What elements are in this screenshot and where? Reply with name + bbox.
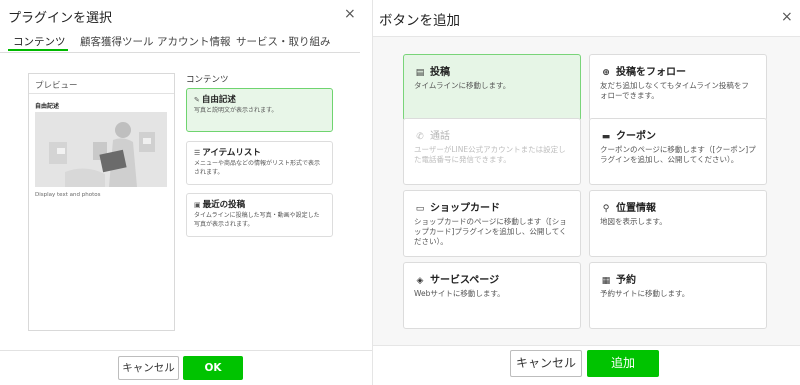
plugin-card-item-list[interactable]: ☰ アイテムリスト メニューや商品などの情報がリスト形式で表示されます。: [186, 141, 333, 185]
button-option-location[interactable]: ⚲ 位置情報 地図を表示します。: [589, 190, 767, 257]
option-description: 友だち追加しなくてもタイムライン投稿をフォローできます。: [600, 81, 749, 100]
plugin-card-title: アイテムリスト: [202, 148, 261, 158]
add-button[interactable]: 追加: [587, 350, 659, 377]
content-section-label: コンテンツ: [186, 75, 229, 85]
button-option-follow-post[interactable]: ⊕ 投稿をフォロー 友だち追加しなくてもタイムライン投稿をフォローできます。: [589, 54, 767, 121]
option-description: 地図を表示します。: [600, 217, 667, 226]
button-option-post[interactable]: ▤ 投稿 タイムラインに移動します。: [403, 54, 581, 121]
dialog-title: ボタンを追加: [379, 13, 460, 29]
option-title: 投稿: [430, 67, 450, 78]
button-option-service-page[interactable]: ◈ サービスページ Webサイトに移動します。: [403, 262, 581, 329]
tab-contents[interactable]: コンテンツ: [13, 34, 66, 49]
photos-icon: ▣: [194, 201, 201, 209]
post-icon: ▤: [415, 68, 425, 78]
option-description: タイムラインに移動します。: [414, 81, 511, 90]
plugin-card-recent-posts[interactable]: ▣ 最近の投稿 タイムラインに投稿した写真・動画や設定した写真が表示されます。: [186, 193, 333, 237]
plugin-card-description: タイムラインに投稿した写真・動画や設定した写真が表示されます。: [194, 212, 320, 228]
button-option-reservation[interactable]: ▦ 予約 予約サイトに移動します。: [589, 262, 767, 329]
button-option-shop-card[interactable]: ▭ ショップカード ショップカードのページに移動します（[ショップカード]プラグイ…: [403, 190, 581, 257]
edit-icon: ✎: [194, 96, 200, 104]
close-icon[interactable]: ×: [781, 9, 793, 25]
option-description: Webサイトに移動します。: [414, 289, 505, 298]
preview-panel: プレビュー 自由記述 Display text and photos: [28, 73, 175, 331]
option-title: 位置情報: [616, 203, 656, 214]
ok-button[interactable]: OK: [183, 356, 243, 380]
phone-icon: ✆: [416, 132, 424, 142]
option-description: 予約サイトに移動します。: [600, 289, 690, 298]
button-option-coupon[interactable]: ▬ クーポン クーポンのページに移動します（[クーポン]プラグインを追加し、公開し…: [589, 118, 767, 185]
option-title: 予約: [616, 275, 636, 286]
plugin-card-description: 写真と説明文が表示されます。: [194, 107, 278, 114]
tab-services[interactable]: サービス・取り組み: [236, 34, 331, 49]
calendar-icon: ▦: [601, 276, 611, 286]
add-button-dialog: ボタンを追加 × ▤ 投稿 タイムラインに移動します。 ⊕ 投稿をフォロー 友だち追…: [373, 0, 800, 385]
select-plugin-dialog: プラグインを選択 × コンテンツ 顧客獲得ツール アカウント情報 サービス・取り…: [0, 0, 372, 385]
option-title: 通話: [430, 131, 450, 142]
plus-square-icon: ⊕: [602, 68, 610, 78]
tag-icon: ◈: [416, 276, 424, 286]
preview-description: Display text and photos: [35, 192, 101, 198]
button-option-call: ✆ 通話 ユーザーがLINE公式アカウントまたは設定した電話番号に発信できます。: [403, 118, 581, 185]
cancel-button[interactable]: キャンセル: [118, 356, 179, 380]
option-title: ショップカード: [430, 203, 500, 214]
coupon-icon: ▬: [601, 132, 611, 142]
option-title: サービスページ: [430, 275, 500, 286]
location-pin-icon: ⚲: [602, 204, 610, 214]
button-options-grid: ▤ 投稿 タイムラインに移動します。 ⊕ 投稿をフォロー 友だち追加しなくてもタイム…: [373, 36, 800, 346]
active-tab-indicator: [8, 49, 68, 51]
option-description: クーポンのページに移動します（[クーポン]プラグインを追加し、公開してください）…: [600, 145, 756, 164]
tab-customer-tools[interactable]: 顧客獲得ツール: [80, 34, 154, 49]
preview-item-name: 自由記述: [35, 103, 60, 110]
preview-illustration: [35, 112, 167, 187]
cancel-button[interactable]: キャンセル: [510, 350, 582, 377]
plugin-card-title: 自由記述: [201, 95, 236, 105]
option-title: クーポン: [616, 131, 656, 142]
option-title: 投稿をフォロー: [616, 67, 686, 78]
plugin-tabs: コンテンツ 顧客獲得ツール アカウント情報 サービス・取り組み: [0, 27, 360, 53]
plugin-card-free-text[interactable]: ✎ 自由記述 写真と説明文が表示されます。: [186, 88, 333, 132]
tab-account-info[interactable]: アカウント情報: [157, 34, 231, 49]
dialog-title: プラグインを選択: [8, 11, 113, 26]
close-icon[interactable]: ×: [344, 6, 356, 22]
shop-card-icon: ▭: [415, 204, 425, 214]
option-description: ユーザーがLINE公式アカウントまたは設定した電話番号に発信できます。: [414, 145, 566, 164]
option-description: ショップカードのページに移動します（[ショップカード]プラグインを追加し、公開し…: [414, 217, 567, 246]
list-icon: ☰: [194, 149, 201, 157]
preview-title: プレビュー: [29, 74, 174, 94]
plugin-card-description: メニューや商品などの情報がリスト形式で表示されます。: [194, 160, 321, 176]
plugin-card-title: 最近の投稿: [202, 200, 246, 210]
